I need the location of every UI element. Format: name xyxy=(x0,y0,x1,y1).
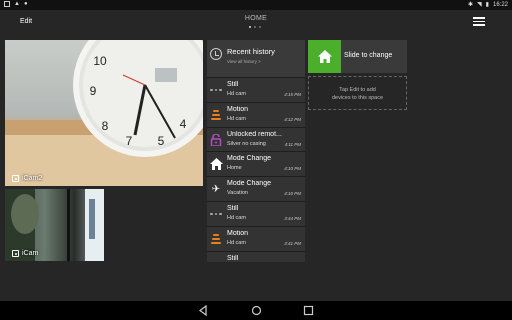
history-event[interactable]: Motion Hd cam 4:12 PM xyxy=(207,101,305,127)
event-time: 3:41 PM xyxy=(284,240,301,246)
event-source: Hd cam xyxy=(227,214,246,221)
camera-tile-icam[interactable]: iCam xyxy=(5,189,104,261)
history-event[interactable]: ✈ Mode Change Vacation 4:10 PM xyxy=(207,176,305,201)
page-indicator xyxy=(249,26,261,28)
location-icon: ● xyxy=(23,1,28,7)
event-name: Mode Change xyxy=(227,180,271,188)
event-name: Unlocked remot... xyxy=(227,130,282,138)
motion-icon xyxy=(209,232,223,246)
event-name: Motion xyxy=(227,229,249,237)
history-event[interactable]: Still Hd cam 3:44 PM xyxy=(207,200,305,226)
battery-icon: ▮ xyxy=(485,2,489,8)
hamburger-menu-icon[interactable] xyxy=(473,17,485,26)
event-time: 4:10 PM xyxy=(284,191,301,197)
dots-icon xyxy=(209,257,223,262)
recent-history-header[interactable]: Recent history View all history > xyxy=(207,40,305,77)
history-event[interactable]: Motion Hd cam 3:41 PM xyxy=(207,225,305,251)
event-time: 3:44 PM xyxy=(284,215,301,221)
dots-icon xyxy=(209,83,223,97)
mode-slider[interactable]: Slide to change xyxy=(308,40,407,73)
slide-to-change-label: Slide to change xyxy=(344,52,393,59)
event-source: Hd cam xyxy=(227,115,246,122)
svg-text:9: 9 xyxy=(90,84,97,98)
history-event[interactable]: Still xyxy=(207,250,305,262)
add-devices-placeholder: Tap Edit to add devices to this space xyxy=(308,76,407,110)
status-bar: ▲ ● ✱ ◥ ▮ 16:22 xyxy=(0,0,512,10)
bluetooth-icon: ✱ xyxy=(468,2,474,8)
history-event[interactable]: Still Hd cam 4:15 PM xyxy=(207,77,305,102)
event-source: Hd cam xyxy=(227,239,246,246)
home-icon xyxy=(317,50,332,63)
event-time: 4:12 PM xyxy=(284,116,301,122)
airplane-icon: ✈ xyxy=(211,183,221,195)
event-name: Motion xyxy=(227,105,249,113)
event-time: 4:15 PM xyxy=(284,92,301,97)
history-clock-icon xyxy=(210,48,222,60)
event-name: Still xyxy=(227,254,239,262)
event-time: 4:10 PM xyxy=(284,166,301,172)
home-nav-icon[interactable] xyxy=(251,305,262,316)
event-source: Hd cam xyxy=(227,91,246,97)
recents-icon[interactable] xyxy=(303,305,314,316)
camera-label: iCam xyxy=(12,250,38,257)
clock-time: 16:22 xyxy=(492,1,508,8)
gallery-icon xyxy=(4,1,10,7)
history-event[interactable]: Unlocked remot... Silver no casing 4:11 … xyxy=(207,126,305,152)
history-event[interactable]: Mode Change Home 4:10 PM xyxy=(207,151,305,177)
motion-icon xyxy=(209,108,223,122)
event-time: 4:11 PM xyxy=(284,141,301,147)
add-devices-text-2: devices to this space xyxy=(331,95,384,102)
android-nav-bar xyxy=(0,301,512,320)
event-source: Home xyxy=(227,165,242,172)
back-icon[interactable] xyxy=(198,305,209,316)
event-source: Vacation xyxy=(227,190,248,197)
page-title: HOME xyxy=(244,15,268,22)
camera-icon xyxy=(12,175,19,182)
dots-icon xyxy=(209,207,223,221)
warning-icon: ▲ xyxy=(14,1,20,7)
svg-text:7: 7 xyxy=(126,134,133,148)
wifi-icon: ◥ xyxy=(477,2,482,8)
recent-history-panel: Recent history View all history > Still … xyxy=(207,40,305,262)
event-name: Still xyxy=(227,81,239,88)
camera-label: iCam2 xyxy=(12,175,42,182)
svg-text:8: 8 xyxy=(102,119,109,133)
event-name: Mode Change xyxy=(227,155,271,163)
svg-text:5: 5 xyxy=(158,134,165,148)
view-all-history-link[interactable]: View all history > xyxy=(227,59,261,64)
home-icon xyxy=(209,157,223,171)
clock-camera-image: 12 10 9 8 7 5 4 xyxy=(5,40,203,186)
camera-icon xyxy=(12,250,19,257)
event-name: Still xyxy=(227,204,239,212)
svg-text:10: 10 xyxy=(93,54,107,68)
svg-text:4: 4 xyxy=(180,117,187,131)
unlock-icon xyxy=(209,133,223,147)
history-title: Recent history xyxy=(227,47,275,56)
add-devices-text-1: Tap Edit to add xyxy=(339,87,376,93)
app-bar: Edit HOME xyxy=(0,10,512,34)
event-source: Silver no casing xyxy=(227,140,266,147)
camera-tile-icam2[interactable]: 12 10 9 8 7 5 4 iCam2 xyxy=(5,40,203,186)
mode-home-button[interactable] xyxy=(308,40,341,73)
